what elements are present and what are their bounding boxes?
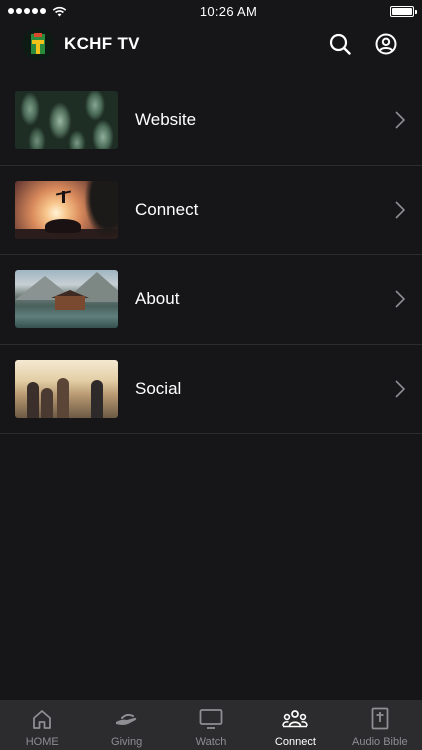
menu-item-social[interactable]: Social (0, 345, 422, 434)
account-icon (375, 33, 397, 55)
search-button[interactable] (328, 32, 352, 56)
giving-icon (114, 706, 140, 732)
status-bar: 10:26 AM (0, 0, 422, 22)
menu-item-label: Social (135, 378, 182, 398)
menu-item-label: Website (135, 110, 197, 130)
battery-icon (389, 5, 417, 17)
app-header: KCHF TV (0, 22, 422, 66)
page-title: KCHF TV (64, 34, 140, 53)
wifi-icon (52, 6, 67, 16)
header-actions (328, 32, 398, 56)
tab-label: HOME (25, 736, 59, 748)
home-icon (31, 706, 53, 732)
tab-audio-bible[interactable]: Audio Bible (338, 700, 422, 750)
group-icon (282, 706, 309, 732)
chevron-right-icon (393, 379, 407, 399)
about-thumbnail (15, 270, 118, 329)
chevron-right-icon (393, 200, 407, 220)
tab-label: Connect (274, 736, 316, 748)
menu-item-about[interactable]: About (0, 255, 422, 345)
tab-home[interactable]: HOME (0, 700, 84, 750)
tab-giving[interactable]: Giving (84, 700, 168, 750)
tab-watch[interactable]: Watch (169, 700, 253, 750)
app-logo (22, 28, 54, 60)
search-icon (329, 33, 351, 55)
chevron-right-icon (393, 289, 407, 309)
tv-icon (199, 706, 223, 732)
connect-thumbnail (15, 180, 118, 239)
menu-item-connect[interactable]: Connect (0, 166, 422, 255)
website-thumbnail (15, 91, 118, 150)
menu-list: Website Connect About Social (0, 76, 422, 434)
social-thumbnail (15, 359, 118, 418)
tab-connect[interactable]: Connect (253, 700, 337, 750)
tab-bar: HOME Giving Watch Connect Audio Bible (0, 700, 422, 750)
menu-item-label: Connect (135, 199, 199, 219)
tab-label: Watch (195, 736, 227, 748)
status-time: 10:26 AM (199, 3, 258, 19)
bible-icon (370, 706, 390, 732)
tab-label: Giving (111, 736, 143, 748)
menu-item-label: About (135, 289, 180, 309)
status-left (8, 6, 67, 17)
signal-icon (8, 8, 46, 14)
tab-label: Audio Bible (352, 736, 408, 748)
chevron-right-icon (393, 110, 407, 130)
account-button[interactable] (374, 32, 398, 56)
menu-item-website[interactable]: Website (0, 76, 422, 166)
